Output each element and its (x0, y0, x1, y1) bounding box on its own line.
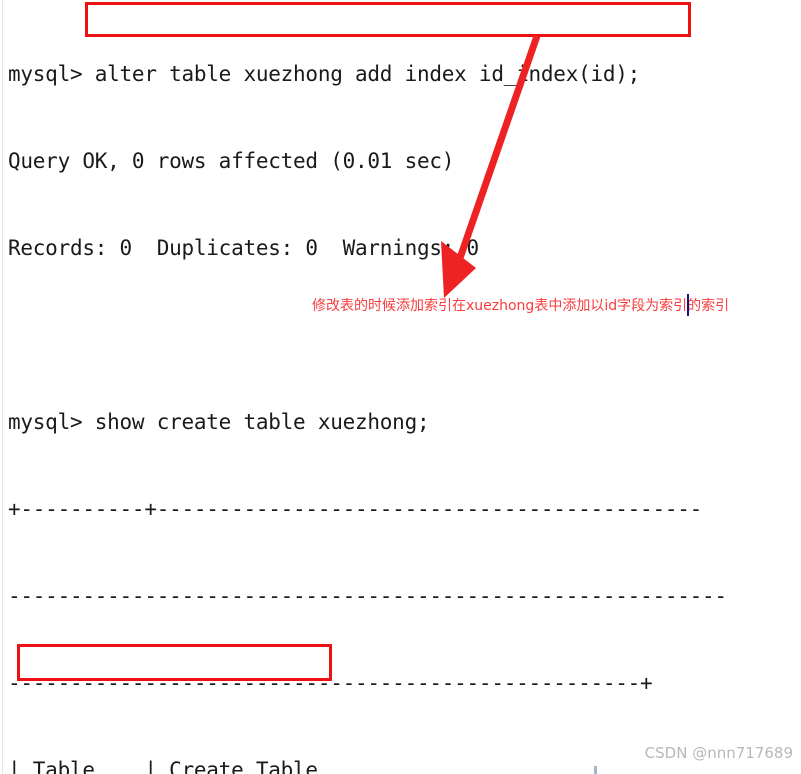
annotation-caption: 修改表的时候添加索引在xuezhong表中添加以id字段为索引的索引 (312, 298, 730, 314)
watermark-tick-mark (594, 766, 597, 774)
terminal-line: Records: 0 Duplicates: 0 Warnings: 0 (8, 236, 479, 260)
terminal-line: Query OK, 0 rows affected (0.01 sec) (8, 149, 455, 173)
csdn-watermark: CSDN @nnn717689 (644, 744, 793, 762)
highlight-box-id-index-key (17, 644, 332, 681)
terminal-line: mysql> show create table xuezhong; (8, 410, 430, 434)
highlight-box-alter-command (85, 2, 691, 37)
left-edge-gutter (2, 0, 3, 774)
terminal-screenshot: mysql> alter table xuezhong add index id… (0, 0, 801, 774)
down-left-arrow-icon (441, 34, 541, 298)
text-caret (687, 294, 689, 316)
terminal-line: ----------------------------------------… (8, 584, 727, 608)
terminal-line: mysql> alter table xuezhong add index id… (8, 62, 641, 86)
terminal-line: +----------+----------------------------… (8, 497, 703, 521)
